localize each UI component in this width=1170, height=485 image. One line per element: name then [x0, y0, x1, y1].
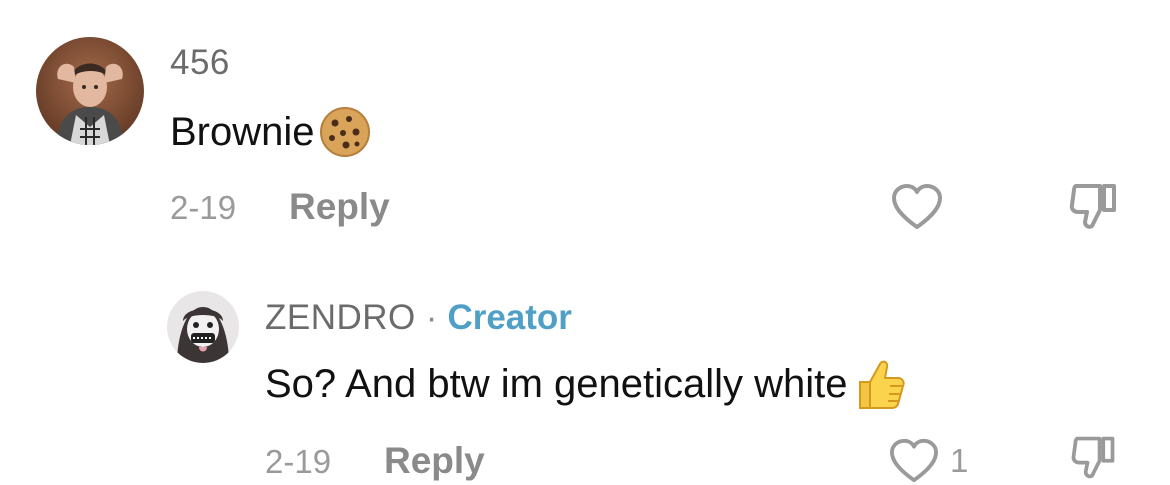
- thumbs-up-icon: [852, 356, 908, 412]
- reply-button[interactable]: Reply: [384, 440, 485, 482]
- comment-text: So? And btw im genetically white: [265, 356, 908, 412]
- username[interactable]: ZENDRO: [265, 298, 416, 338]
- avatar[interactable]: [36, 37, 144, 145]
- like-button[interactable]: [890, 182, 944, 232]
- comment-date: 2-19: [170, 189, 237, 226]
- username[interactable]: 456: [170, 43, 230, 83]
- separator-dot: ·: [425, 298, 438, 337]
- cookie-icon: [319, 106, 371, 158]
- comment-body: So? And btw im genetically white: [265, 361, 848, 406]
- reply-button[interactable]: Reply: [289, 186, 390, 228]
- dislike-button[interactable]: [1068, 433, 1120, 483]
- like-count: 1: [950, 442, 969, 479]
- heart-icon: [890, 438, 938, 483]
- reply-header: ZENDRO · Creator: [265, 298, 572, 338]
- creator-badge: Creator: [447, 298, 572, 337]
- reply-date: 2-19: [265, 443, 332, 480]
- thumbs-down-icon: [1071, 436, 1115, 479]
- like-button[interactable]: 1: [888, 437, 968, 485]
- comment-body: Brownie: [170, 109, 315, 154]
- avatar[interactable]: [167, 291, 239, 363]
- comment-text: Brownie: [170, 106, 371, 158]
- dislike-button[interactable]: [1068, 180, 1120, 234]
- heart-icon: [892, 184, 942, 229]
- thumbs-down-icon: [1069, 184, 1116, 229]
